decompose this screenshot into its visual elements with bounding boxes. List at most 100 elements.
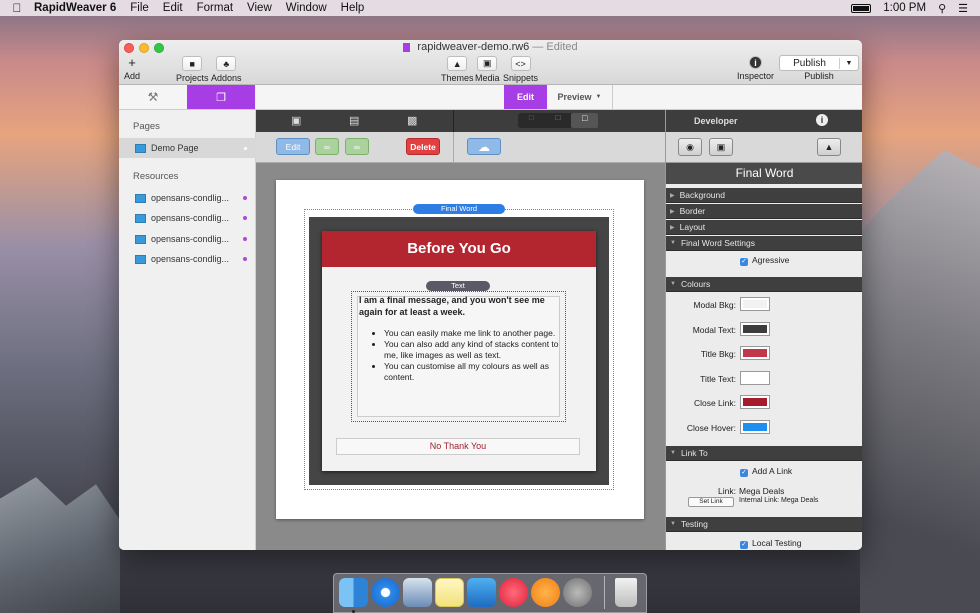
section-layout[interactable]: ▶ Layout	[666, 220, 862, 235]
edit-mode-tab[interactable]: Edit	[504, 85, 547, 109]
unlink-icon: ∞	[353, 141, 361, 152]
section-colours[interactable]: ▼ Colours	[666, 277, 862, 292]
menu-view[interactable]: View	[247, 2, 272, 14]
stack-actions-bar: Edit ∞ ∞ Delete ☁	[256, 132, 665, 163]
menu-app-name[interactable]: RapidWeaver 6	[34, 2, 116, 14]
layout-icon[interactable]: ▤	[349, 114, 359, 127]
dock-divider	[604, 576, 605, 609]
publish-button[interactable]: Publish ▼	[779, 55, 859, 71]
link-label: Link:	[718, 486, 736, 496]
projects-icon: ■	[182, 56, 203, 71]
addons-button[interactable]: ♣ Addons	[211, 56, 242, 83]
add-link-checkbox[interactable]: ✓ Add A Link	[740, 466, 792, 477]
sidebar-item-demo-page[interactable]: Demo Page	[119, 138, 256, 158]
wallpaper-mountain-right	[860, 150, 980, 613]
section-background[interactable]: ▶ Background	[666, 188, 862, 203]
unlink-button[interactable]: ∞	[345, 138, 369, 155]
pages-tab[interactable]: ❐	[187, 85, 255, 109]
resource-item[interactable]: opensans-condlig...	[119, 188, 256, 208]
text-stack-label[interactable]: Text	[426, 281, 490, 291]
tablet-icon[interactable]: □	[545, 113, 572, 128]
export-button[interactable]: ▲	[817, 138, 841, 156]
stacks-toolbar: ▣ ▤ ▩ □ □ □	[256, 110, 665, 132]
modal-bkg-swatch[interactable]	[740, 297, 770, 311]
box-icon[interactable]: ▣	[291, 114, 301, 127]
image-icon[interactable]: ▩	[407, 114, 417, 127]
inspector-button[interactable]: i Inspector	[737, 56, 774, 81]
media-button[interactable]: ▣ Media	[475, 56, 500, 83]
system-preferences-icon[interactable]	[563, 578, 592, 607]
apple-icon[interactable]: 	[0, 1, 34, 15]
page-status-dot	[244, 146, 247, 150]
addons-icon: ♣	[216, 56, 237, 71]
link-button[interactable]: ∞	[315, 138, 339, 155]
disclosure-down-icon: ▼	[670, 450, 676, 456]
device-switcher[interactable]: □ □ □	[518, 113, 599, 128]
desktop-icon[interactable]: □	[571, 113, 599, 128]
title-bkg-swatch[interactable]	[740, 346, 770, 360]
agressive-checkbox[interactable]: ✓ Agressive	[740, 255, 789, 266]
addons-label: Addons	[211, 73, 242, 83]
close-link-swatch[interactable]	[740, 395, 770, 409]
check-icon: ✓	[740, 469, 748, 477]
publish-button-label[interactable]: Publish	[780, 57, 840, 69]
info-icon[interactable]: i	[816, 114, 828, 126]
section-testing[interactable]: ▼ Testing	[666, 517, 862, 532]
battery-icon[interactable]	[851, 3, 872, 13]
publish-dropdown-icon[interactable]: ▼	[840, 60, 858, 67]
modal-text-swatch[interactable]	[740, 322, 770, 336]
resource-item[interactable]: opensans-condlig...	[119, 249, 256, 269]
section-link-to[interactable]: ▼ Link To	[666, 446, 862, 461]
clock[interactable]: 1:00 PM	[883, 2, 926, 14]
spotlight-search-icon[interactable]: ⚲	[938, 2, 946, 15]
notes-icon[interactable]	[435, 578, 464, 607]
snippets-button[interactable]: <> Snippets	[503, 56, 538, 83]
projects-button[interactable]: ■ Projects	[176, 56, 209, 83]
phone-icon[interactable]: □	[518, 113, 545, 128]
color-fill	[743, 300, 767, 308]
preview-app-icon[interactable]	[403, 578, 432, 607]
notification-center-icon[interactable]: ☰	[958, 2, 968, 15]
themes-icon: ▲	[447, 56, 468, 71]
section-settings[interactable]: ▼ Final Word Settings	[666, 236, 862, 251]
resource-item[interactable]: opensans-condlig...	[119, 229, 256, 249]
sidebar: Pages Demo Page Resources opensans-condl…	[119, 110, 256, 550]
projects-label: Projects	[176, 73, 209, 83]
title-text-swatch[interactable]	[740, 371, 770, 385]
section-label: Testing	[680, 519, 708, 529]
itunes-icon[interactable]	[499, 578, 528, 607]
resource-dot	[243, 257, 247, 261]
edit-stack-button[interactable]: Edit	[276, 138, 310, 155]
cloud-button[interactable]: ☁	[467, 138, 501, 155]
menu-edit[interactable]: Edit	[163, 2, 183, 14]
add-button[interactable]: + Add	[124, 56, 140, 81]
stack-label[interactable]: Final Word	[413, 204, 505, 214]
resource-item[interactable]: opensans-condlig...	[119, 208, 256, 228]
tools-tab[interactable]: ⚒	[119, 85, 187, 109]
finder-icon[interactable]	[339, 578, 368, 607]
set-link-button[interactable]: Set Link	[688, 497, 734, 507]
edited-status[interactable]: — Edited	[532, 41, 577, 53]
visibility-button[interactable]: ◉	[678, 138, 702, 156]
document-icon	[403, 42, 411, 52]
ibooks-icon[interactable]	[531, 578, 560, 607]
themes-button[interactable]: ▲ Themes	[441, 56, 474, 83]
xcode-icon[interactable]	[467, 578, 496, 607]
menu-file[interactable]: File	[130, 2, 149, 14]
menu-window[interactable]: Window	[286, 2, 327, 14]
preview-mode-tab[interactable]: Preview ▼	[547, 85, 613, 109]
no-thank-you-button[interactable]: No Thank You	[336, 438, 580, 455]
section-border[interactable]: ▶ Border	[666, 204, 862, 219]
info-icon: i	[749, 56, 763, 69]
menu-help[interactable]: Help	[341, 2, 365, 14]
local-testing-checkbox[interactable]: ✓ Local Testing	[740, 538, 801, 549]
safari-icon[interactable]	[371, 578, 400, 607]
close-hover-swatch[interactable]	[740, 420, 770, 434]
menu-format[interactable]: Format	[197, 2, 233, 14]
lock-button[interactable]: ▣	[709, 138, 733, 156]
menu-bar:  RapidWeaver 6 File Edit Format View Wi…	[0, 0, 980, 16]
preview-label: Preview	[557, 92, 592, 102]
trash-icon[interactable]	[615, 578, 637, 607]
delete-button[interactable]: Delete	[406, 138, 440, 155]
title-text-label: Title Text:	[700, 374, 736, 384]
